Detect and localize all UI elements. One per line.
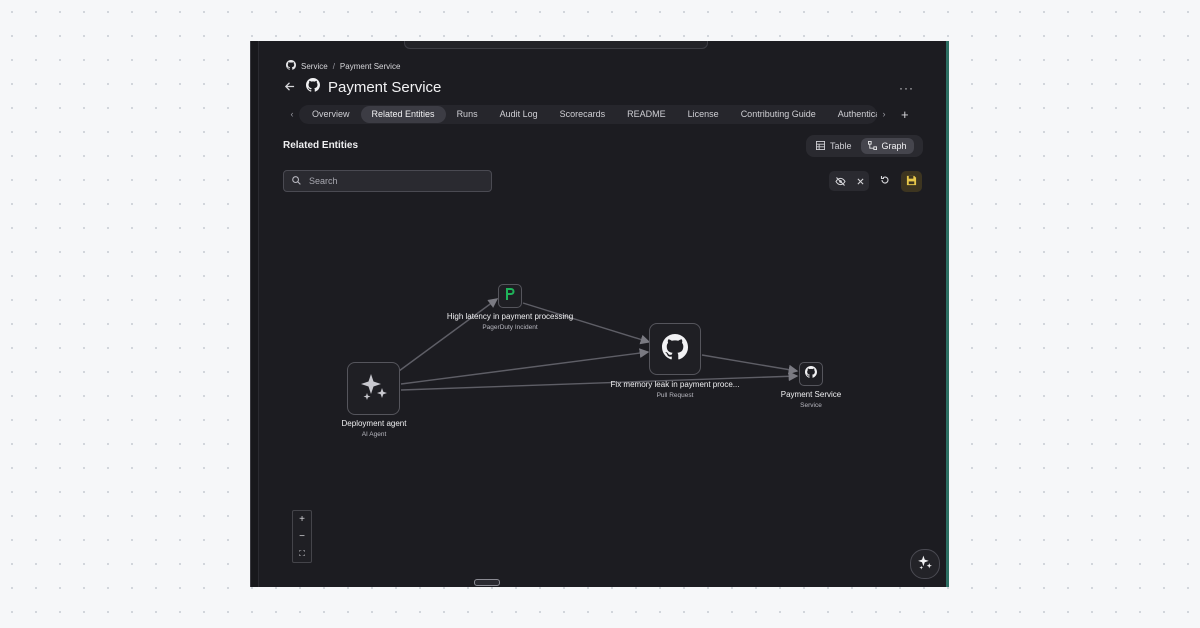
zoom-controls: + − ⛶ [292, 510, 312, 563]
node-deployment-agent[interactable] [347, 362, 400, 415]
node-type: PagerDuty Incident [482, 324, 538, 331]
node-label: Fix memory leak in payment proce... [610, 380, 740, 389]
app-window: Service / Payment Service Payment Servic… [250, 41, 949, 587]
github-icon [662, 333, 689, 365]
node-label: Deployment agent [341, 419, 407, 428]
github-icon [805, 365, 818, 383]
node-label: High latency in payment processing [446, 312, 574, 321]
sparkles-icon [359, 371, 389, 406]
node-type: Pull Request [656, 392, 694, 399]
pagerduty-icon [504, 287, 516, 306]
node-pagerduty-incident[interactable] [498, 284, 522, 308]
node-type: Service [800, 402, 822, 409]
resize-handle[interactable] [474, 579, 500, 586]
edge-pr-service [701, 354, 799, 375]
node-label: Payment Service [780, 390, 842, 399]
node-pull-request[interactable] [649, 323, 701, 375]
graph-canvas [398, 298, 799, 391]
edge-agent-incident [398, 298, 499, 372]
zoom-out-button[interactable]: − [299, 531, 305, 543]
node-type: AI Agent [361, 431, 387, 438]
zoom-in-button[interactable]: + [299, 514, 305, 526]
fit-view-button[interactable]: ⛶ [299, 548, 305, 560]
sparkles-icon [917, 554, 933, 575]
edge-incident-pr [522, 302, 651, 345]
ai-assistant-button[interactable] [910, 549, 940, 579]
node-payment-service[interactable] [799, 362, 823, 386]
